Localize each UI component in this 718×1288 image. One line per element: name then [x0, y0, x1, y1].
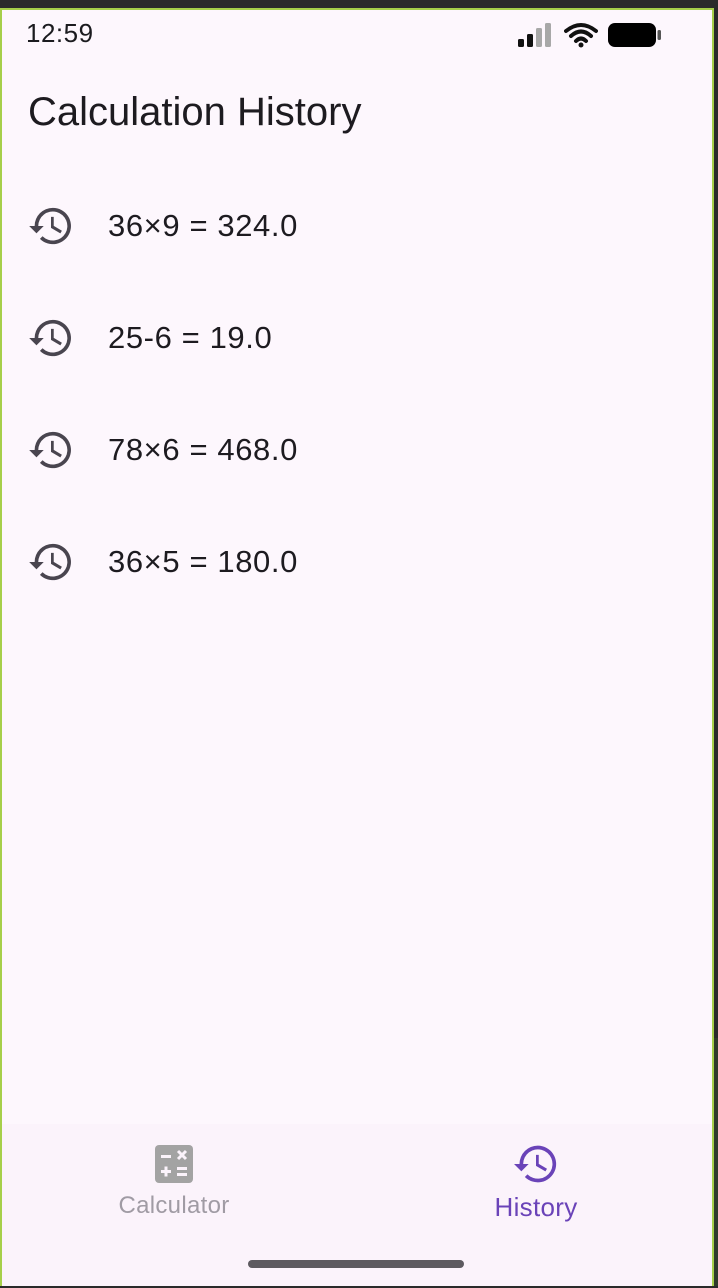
- page-title: Calculation History: [28, 90, 362, 134]
- top-strip: [0, 0, 718, 8]
- home-indicator[interactable]: [248, 1260, 464, 1268]
- status-icons: [518, 22, 662, 48]
- history-expression: 25-6 = 19.0: [108, 320, 273, 355]
- status-time: 12:59: [26, 18, 94, 48]
- history-expression: 78×6 = 468.0: [108, 432, 298, 467]
- app-screen: 12:59 Calculation History 36×9 = 324.0 2…: [0, 8, 714, 1286]
- status-bar: 12:59: [2, 10, 712, 60]
- edge-mark: [714, 1038, 718, 1286]
- wifi-icon: [564, 22, 598, 48]
- history-list: 36×9 = 324.0 25-6 = 19.0 78×6 = 468.0 36…: [2, 170, 712, 618]
- history-item[interactable]: 36×9 = 324.0: [2, 170, 712, 282]
- history-icon: [28, 539, 74, 585]
- history-item[interactable]: 36×5 = 180.0: [2, 506, 712, 618]
- signal-icon: [518, 23, 554, 47]
- history-icon: [28, 427, 74, 473]
- history-item[interactable]: 78×6 = 468.0: [2, 394, 712, 506]
- history-icon: [28, 203, 74, 249]
- device-frame: 12:59 Calculation History 36×9 = 324.0 2…: [0, 0, 718, 1288]
- battery-icon: [608, 22, 662, 48]
- nav-label-history: History: [494, 1192, 578, 1222]
- history-icon: [514, 1142, 558, 1186]
- nav-item-history[interactable]: History: [436, 1142, 636, 1223]
- history-item[interactable]: 25-6 = 19.0: [2, 282, 712, 394]
- history-expression: 36×9 = 324.0: [108, 208, 298, 243]
- history-icon: [28, 315, 74, 361]
- bottom-navigation: Calculator History: [2, 1124, 712, 1286]
- history-expression: 36×5 = 180.0: [108, 544, 298, 579]
- nav-label-calculator: Calculator: [118, 1192, 230, 1219]
- nav-item-calculator[interactable]: Calculator: [74, 1142, 274, 1220]
- calculator-icon: [152, 1142, 196, 1186]
